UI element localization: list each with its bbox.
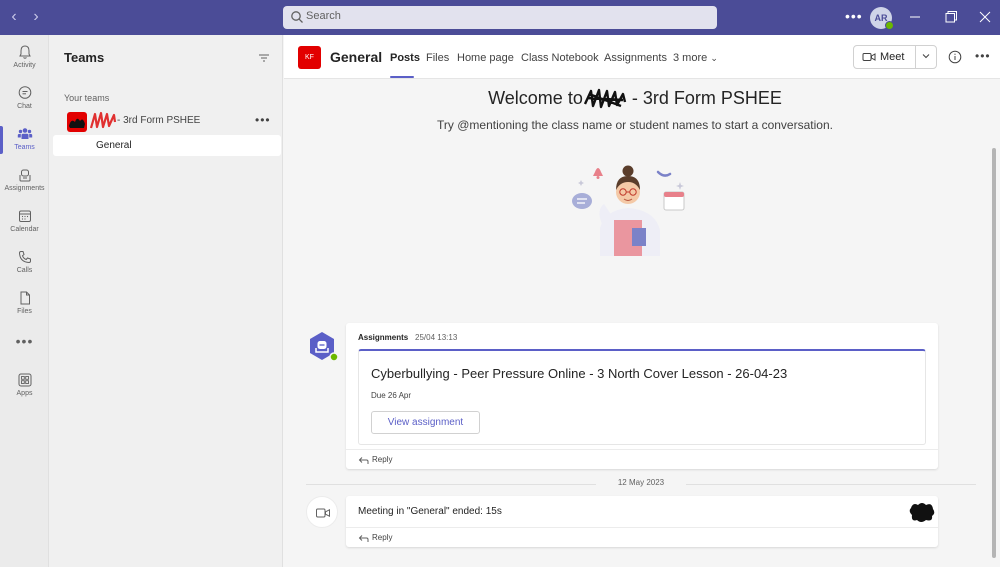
- more-options-icon[interactable]: •••: [975, 49, 991, 63]
- apps-icon: [18, 373, 31, 387]
- file-icon: [20, 291, 30, 305]
- team-more-options-icon[interactable]: •••: [255, 113, 271, 127]
- rail-label: Activity: [13, 62, 36, 69]
- tab-posts[interactable]: Posts: [390, 52, 420, 64]
- redaction-scribble-icon: [89, 111, 117, 129]
- team-avatar: [67, 112, 87, 132]
- search-placeholder: Search: [306, 10, 341, 22]
- chevron-down-icon: ⌄: [710, 53, 718, 63]
- tab-files[interactable]: Files: [426, 52, 449, 64]
- rail-label: Teams: [14, 144, 35, 151]
- rail-label: Calls: [16, 267, 33, 274]
- search-input[interactable]: Search: [283, 6, 717, 29]
- filter-icon[interactable]: [258, 52, 270, 64]
- channel-item-general[interactable]: General: [53, 135, 281, 156]
- assignment-title: Cyberbullying - Peer Pressure Online - 3…: [371, 366, 788, 381]
- welcome-prefix: Welcome to: [488, 88, 583, 108]
- rail-label: Chat: [17, 103, 32, 110]
- reply-button[interactable]: Reply: [346, 527, 938, 547]
- rail-label: Assignments: [4, 185, 45, 192]
- channel-name: General: [96, 140, 132, 151]
- redacted-scribble-icon: [69, 118, 85, 128]
- reply-arrow-icon: [358, 457, 369, 464]
- tab-more[interactable]: 3 more ⌄: [673, 52, 718, 64]
- reply-button[interactable]: Reply: [346, 449, 938, 469]
- back-arrow-icon[interactable]: ‹: [7, 9, 21, 25]
- meet-now-button[interactable]: Meet: [854, 46, 916, 68]
- phone-icon: [18, 251, 31, 264]
- meet-button[interactable]: Meet: [853, 45, 937, 69]
- rail-label: Calendar: [10, 226, 39, 233]
- user-avatar[interactable]: AR: [870, 7, 894, 30]
- assignment-card: Cyberbullying - Peer Pressure Online - 3…: [358, 349, 926, 445]
- redacted-participant-avatar: [909, 503, 935, 522]
- more-apps-icon[interactable]: •••: [0, 333, 49, 349]
- reply-label: Reply: [372, 455, 393, 464]
- reply-arrow-icon: [358, 535, 369, 542]
- date-separator-text: 12 May 2023: [617, 478, 665, 487]
- teams-icon: [17, 128, 32, 139]
- posts-feed: Welcome to - 3rd Form PSHEE Try @mention…: [284, 80, 1000, 567]
- meeting-avatar: [306, 496, 338, 528]
- meet-label: Meet: [880, 51, 905, 63]
- forward-arrow-icon[interactable]: ›: [29, 9, 43, 25]
- rail-item-chat[interactable]: Chat: [0, 79, 49, 120]
- welcome-illustration: [572, 165, 685, 256]
- tab-home-page[interactable]: Home page: [457, 52, 514, 64]
- rail-item-calls[interactable]: Calls: [0, 243, 49, 284]
- restore-icon[interactable]: [941, 7, 961, 27]
- teams-list-pane: Teams Your teams - 3rd Form PSHEE ••• Ge…: [49, 35, 283, 567]
- date-separator: 12 May 2023: [306, 477, 976, 491]
- presence-available-icon: [885, 21, 894, 30]
- assignment-post-card: Assignments 25/04 13:13 Cyberbullying - …: [346, 323, 938, 469]
- assignments-bot-avatar: [310, 332, 338, 362]
- settings-more-icon[interactable]: •••: [845, 8, 863, 24]
- team-name: - 3rd Form PSHEE: [117, 115, 201, 126]
- active-tab-indicator: [390, 76, 414, 78]
- channel-header: KF General Posts Files Home page Class N…: [284, 35, 1000, 79]
- post-author: Assignments: [358, 333, 409, 342]
- welcome-heading: Welcome to - 3rd Form PSHEE: [284, 88, 986, 110]
- meeting-ended-text: Meeting in "General" ended: 15s: [358, 506, 502, 517]
- post-timestamp: 25/04 13:13: [415, 333, 458, 342]
- reply-label: Reply: [372, 533, 393, 542]
- channel-title: General: [330, 49, 383, 65]
- chevron-down-icon[interactable]: [921, 51, 931, 61]
- pane-title: Teams: [64, 50, 105, 65]
- rail-item-assignments[interactable]: Assignments: [0, 161, 49, 202]
- video-camera-icon: [862, 53, 876, 61]
- your-teams-heading: Your teams: [64, 93, 110, 103]
- rail-item-files[interactable]: Files: [0, 284, 49, 325]
- minimize-icon[interactable]: [905, 7, 925, 27]
- bell-icon: [18, 45, 31, 59]
- team-item[interactable]: - 3rd Form PSHEE •••: [53, 110, 279, 132]
- calendar-icon: [18, 210, 31, 222]
- rail-label: Apps: [16, 390, 33, 397]
- tab-assignments[interactable]: Assignments: [604, 52, 667, 64]
- tab-class-notebook[interactable]: Class Notebook: [521, 52, 599, 64]
- meeting-post-card: Meeting in "General" ended: 15s Reply: [346, 496, 938, 547]
- welcome-suffix: - 3rd Form PSHEE: [626, 88, 782, 108]
- search-icon: [291, 11, 303, 23]
- video-camera-icon: [316, 508, 330, 518]
- scrollbar-thumb[interactable]: [992, 148, 996, 558]
- rail-item-calendar[interactable]: Calendar: [0, 202, 49, 243]
- info-icon[interactable]: [948, 50, 962, 64]
- team-badge: KF: [298, 46, 321, 69]
- redaction-scribble-icon: [583, 89, 626, 109]
- assignments-icon: [19, 169, 30, 182]
- app-rail: Activity Chat Teams Assignments Calendar…: [0, 35, 49, 567]
- chat-icon: [18, 86, 31, 99]
- rail-item-apps[interactable]: Apps: [0, 366, 49, 407]
- rail-label: Files: [17, 308, 32, 315]
- welcome-subtitle: Try @mentioning the class name or studen…: [437, 118, 833, 132]
- rail-item-teams[interactable]: Teams: [0, 120, 49, 161]
- assignment-due-date: Due 26 Apr: [371, 391, 412, 400]
- view-assignment-button[interactable]: View assignment: [371, 411, 480, 434]
- close-icon[interactable]: [975, 7, 995, 27]
- rail-item-activity[interactable]: Activity: [0, 38, 49, 79]
- tab-more-label: 3 more: [673, 52, 708, 64]
- title-bar: ‹ › Search ••• AR: [0, 0, 1000, 35]
